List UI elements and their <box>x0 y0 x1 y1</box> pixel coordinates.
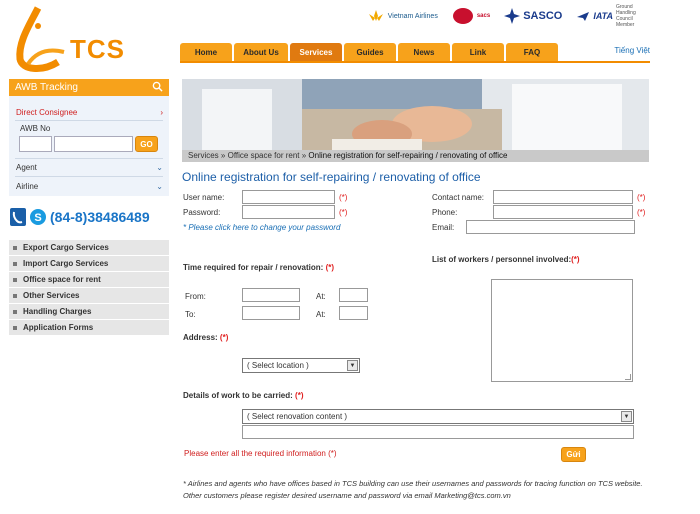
submit-button[interactable]: Gửi <box>561 447 586 462</box>
divider <box>15 158 163 159</box>
contact-name-label: Contact name: <box>432 193 485 202</box>
partner-logos: Vietnam Airlines sacs SASCO IATA Ground … <box>367 4 650 28</box>
agent-tab[interactable]: Agent <box>16 163 37 172</box>
bullet-icon <box>13 309 17 314</box>
sasco-star-icon <box>504 8 521 24</box>
required-mark: (*) <box>339 208 348 217</box>
email-input[interactable] <box>466 220 635 234</box>
location-select[interactable]: ( Select location ) ▼ <box>242 358 360 373</box>
nav-news[interactable]: News <box>398 43 450 61</box>
chevron-down-icon: ⌄ <box>156 163 163 172</box>
sacs-badge-icon <box>452 8 473 24</box>
divider <box>15 120 163 121</box>
breadcrumb-services[interactable]: Services <box>188 151 219 160</box>
to-date-input[interactable] <box>242 306 300 320</box>
required-mark: (*) <box>637 208 646 217</box>
phone-number: (84-8)38486489 <box>50 209 150 225</box>
hotline: S (84-8)38486489 <box>10 208 150 226</box>
to-time-input[interactable] <box>339 306 368 320</box>
password-input[interactable] <box>242 205 335 219</box>
iata-plane-icon <box>577 12 590 21</box>
change-password-link[interactable]: * Please click here to change your passw… <box>183 223 340 232</box>
bullet-icon <box>13 277 17 282</box>
address-label: Address: (*) <box>183 333 229 342</box>
nav-underline <box>180 61 650 63</box>
menu-import-cargo-services[interactable]: Import Cargo Services <box>9 256 169 272</box>
bullet-icon <box>13 261 17 266</box>
airline-tab[interactable]: Airline <box>16 182 38 191</box>
breadcrumb: Services » Office space for rent » Onlin… <box>182 150 649 162</box>
menu-office-space-for-rent[interactable]: Office space for rent <box>9 272 169 288</box>
email-label: Email: <box>432 223 455 232</box>
contact-name-input[interactable] <box>493 190 633 204</box>
phone-icon <box>10 208 26 226</box>
time-required-label: Time required for repair / renovation: (… <box>183 263 335 272</box>
resize-handle-icon[interactable] <box>625 374 631 380</box>
iata-logo[interactable]: IATA Ground Handling Council Member <box>576 4 650 28</box>
breadcrumb-current: Online registration for self-repairing /… <box>308 151 508 160</box>
page-title: Online registration for self-repairing /… <box>182 170 481 184</box>
username-label: User name: <box>183 193 225 202</box>
workers-textarea[interactable] <box>491 279 633 382</box>
required-warning: Please enter all the required informatio… <box>184 449 337 458</box>
awb-tracking-header: AWB Tracking <box>9 79 169 96</box>
bullet-icon <box>13 293 17 298</box>
breadcrumb-office-space[interactable]: Office space for rent <box>228 151 300 160</box>
at-label: At: <box>316 310 326 319</box>
phone-input[interactable] <box>493 205 633 219</box>
password-label: Password: <box>183 208 221 217</box>
details-label: Details of work to be carried: (*) <box>183 391 304 400</box>
dropdown-arrow-icon: ▼ <box>347 360 358 371</box>
bullet-icon <box>13 325 17 330</box>
logo-text: TCS <box>70 34 125 64</box>
go-button[interactable]: GO <box>135 136 158 152</box>
nav-about-us[interactable]: About Us <box>234 43 288 61</box>
divider <box>15 176 163 177</box>
required-mark: (*) <box>339 193 348 202</box>
from-time-input[interactable] <box>339 288 368 302</box>
menu-other-services[interactable]: Other Services <box>9 288 169 304</box>
nav-faq[interactable]: FAQ <box>506 43 558 61</box>
nav-services[interactable]: Services <box>290 43 342 61</box>
language-switch[interactable]: Tiếng Việt <box>614 46 650 55</box>
details-input[interactable] <box>242 425 634 439</box>
at-label: At: <box>316 292 326 301</box>
from-label: From: <box>185 292 206 301</box>
awb-number-input[interactable] <box>54 136 133 152</box>
footnote: * Airlines and agents who have offices b… <box>183 479 643 500</box>
renovation-content-select[interactable]: ( Select renovation content ) ▼ <box>242 409 634 424</box>
nav-link[interactable]: Link <box>452 43 504 61</box>
awb-tracking-title: AWB Tracking <box>15 82 78 93</box>
chevron-right-icon: › <box>160 108 163 117</box>
to-label: To: <box>185 310 196 319</box>
menu-handling-charges[interactable]: Handling Charges <box>9 304 169 320</box>
tcs-logo[interactable]: TCS <box>8 4 128 74</box>
menu-export-cargo-services[interactable]: Export Cargo Services <box>9 240 169 256</box>
sidebar-menu: Export Cargo Services Import Cargo Servi… <box>9 240 169 336</box>
main-nav: Home About Us Services Guides News Link … <box>180 43 558 61</box>
direct-consignee-tab[interactable]: Direct Consignee <box>16 108 77 117</box>
sasco-logo[interactable]: SASCO <box>504 8 562 24</box>
svg-text:S: S <box>34 212 41 224</box>
skype-icon[interactable]: S <box>30 209 46 225</box>
awb-no-label: AWB No <box>20 124 51 133</box>
username-input[interactable] <box>242 190 335 204</box>
nav-guides[interactable]: Guides <box>344 43 396 61</box>
vietnam-airlines-logo[interactable]: Vietnam Airlines <box>367 9 438 23</box>
sacs-logo[interactable]: sacs <box>452 7 490 25</box>
dropdown-arrow-icon: ▼ <box>621 411 632 422</box>
nav-home[interactable]: Home <box>180 43 232 61</box>
lotus-icon <box>368 10 383 21</box>
bullet-icon <box>13 245 17 250</box>
phone-label: Phone: <box>432 208 458 217</box>
awb-prefix-input[interactable] <box>19 136 52 152</box>
from-date-input[interactable] <box>242 288 300 302</box>
awb-tracking-panel: Direct Consignee › AWB No GO Agent ⌄ Air… <box>9 96 169 196</box>
workers-label: List of workers / personnel involved:(*) <box>432 255 580 264</box>
search-icon[interactable] <box>152 81 163 92</box>
tcs-logo-mark <box>16 6 65 72</box>
menu-application-forms[interactable]: Application Forms <box>9 320 169 336</box>
chevron-down-icon: ⌄ <box>156 182 163 191</box>
required-mark: (*) <box>637 193 646 202</box>
